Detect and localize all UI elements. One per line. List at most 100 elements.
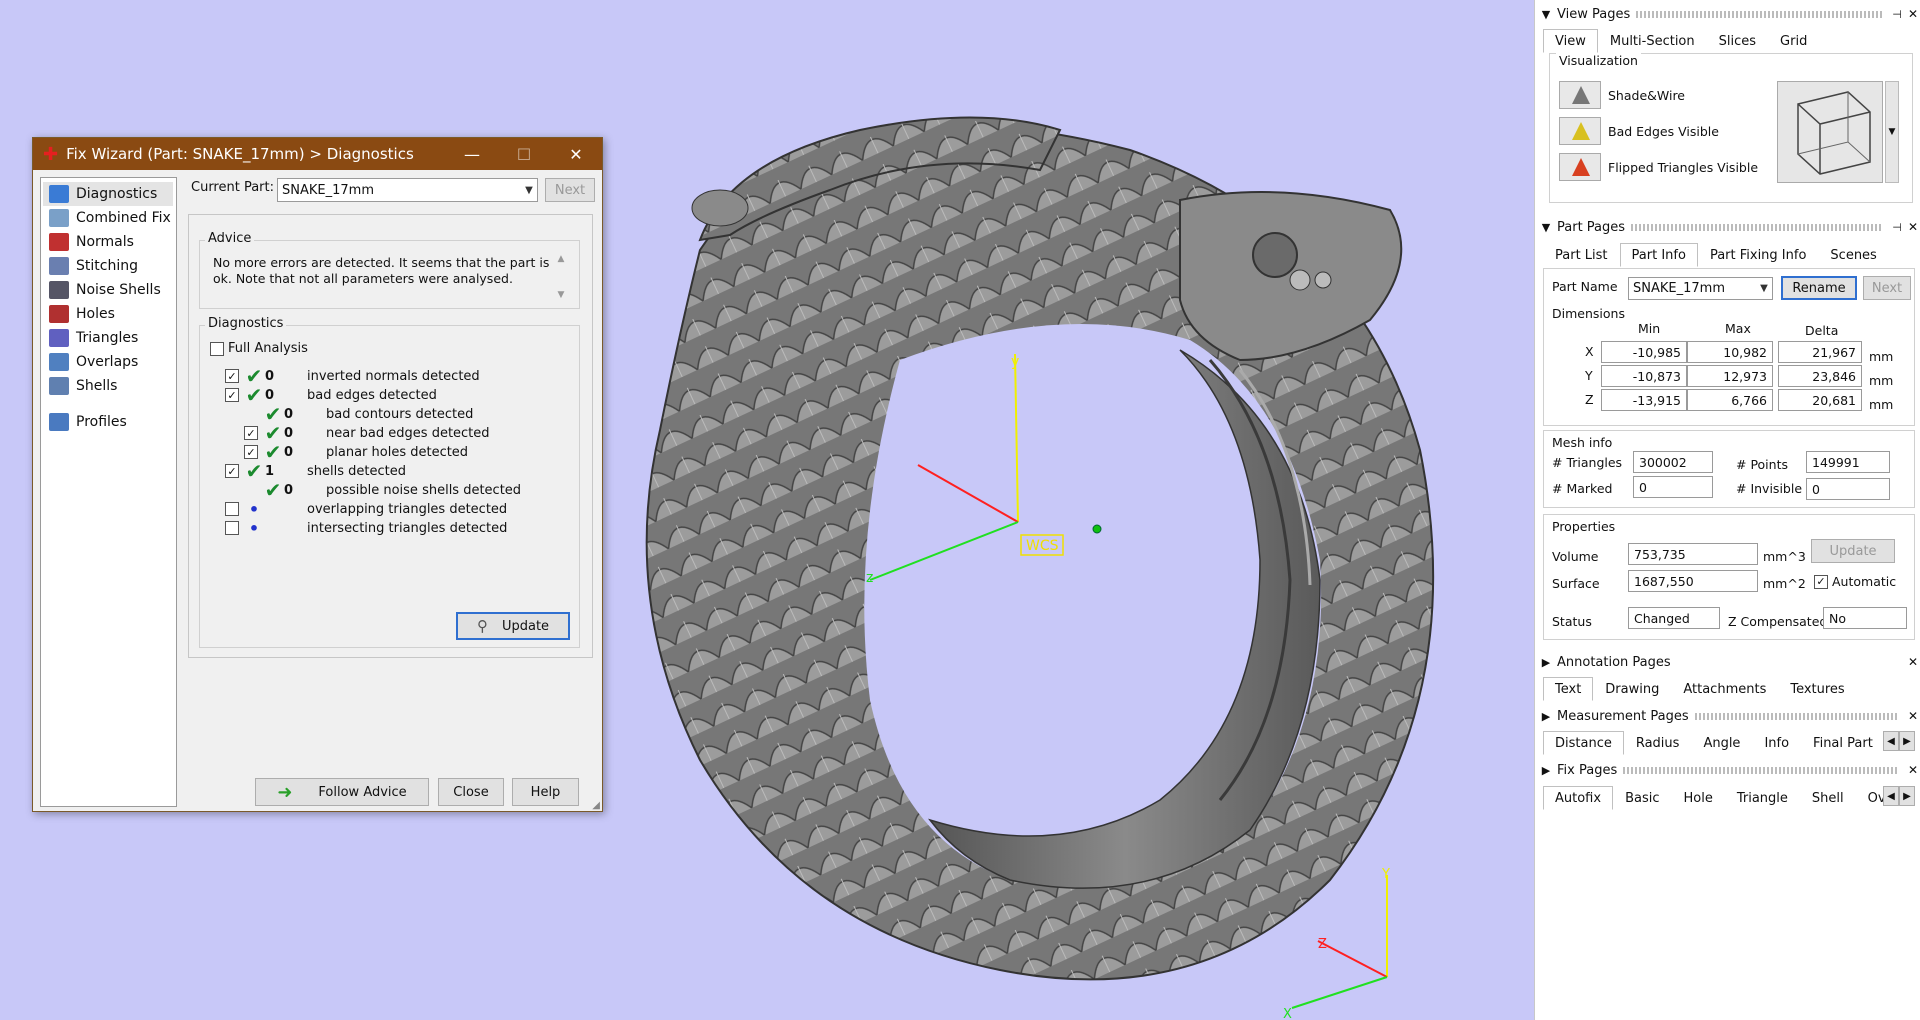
tab-part-list[interactable]: Part List [1543,243,1620,267]
maximize-button[interactable]: ☐ [498,145,550,164]
fix-pages-header[interactable]: ▶ Fix Pages ✕ [1535,759,1920,781]
marked-field[interactable]: 0 [1633,476,1713,498]
follow-advice-button[interactable]: ➜ Follow Advice [255,778,429,806]
nav-item-triangles[interactable]: Triangles [43,326,173,350]
view-cube-preview[interactable] [1777,81,1883,183]
nav-item-diagnostics[interactable]: Diagnostics [43,182,173,206]
pin-icon[interactable]: ⊣ [1889,221,1905,234]
properties-update-button[interactable]: Update [1811,539,1895,563]
full-analysis-checkbox[interactable]: Full Analysis [210,341,308,356]
pivot-point[interactable] [1092,524,1102,534]
close-icon[interactable]: ✕ [1905,7,1920,21]
tab-angle[interactable]: Angle [1691,731,1752,755]
tab-shell[interactable]: Shell [1800,786,1856,810]
nav-item-holes[interactable]: Holes [43,302,173,326]
tab-autofix[interactable]: Autofix [1543,786,1614,810]
expand-triangle-icon[interactable]: ▶ [1535,764,1557,777]
next-part-button[interactable]: Next [1863,276,1911,300]
scroll-left-icon[interactable]: ◀ [1883,731,1899,751]
surface-field[interactable]: 1687,550 [1628,570,1758,592]
tab-drawing[interactable]: Drawing [1593,677,1671,701]
view-dropdown-button[interactable]: ▼ [1885,81,1899,183]
minimize-button[interactable]: — [446,145,498,164]
fix-wizard-titlebar[interactable]: ✚ Fix Wizard (Part: SNAKE_17mm) > Diagno… [33,138,602,170]
close-button[interactable]: Close [438,778,504,806]
nav-item-normals[interactable]: Normals [43,230,173,254]
dim-min-field[interactable]: -13,915 [1601,389,1687,411]
tab-hole[interactable]: Hole [1672,786,1725,810]
expand-triangle-icon[interactable]: ▶ [1535,656,1557,669]
nav-item-stitching[interactable]: Stitching [43,254,173,278]
tab-info[interactable]: Info [1752,731,1801,755]
current-part-select[interactable]: SNAKE_17mm ▼ [277,178,538,202]
tab-grid[interactable]: Grid [1768,29,1819,53]
diagnostic-checkbox[interactable] [225,502,239,516]
nav-item-combined-fix[interactable]: Combined Fix [43,206,173,230]
tab-radius[interactable]: Radius [1624,731,1692,755]
scroll-left-icon[interactable]: ◀ [1883,786,1899,806]
dim-min-field[interactable]: -10,873 [1601,365,1687,387]
view-pages-header[interactable]: ▼ View Pages ⊣ ✕ [1535,3,1920,25]
measurement-pages-header[interactable]: ▶ Measurement Pages ✕ [1535,705,1920,727]
expand-triangle-icon[interactable]: ▶ [1535,710,1557,723]
diagnostic-checkbox[interactable]: ✓ [225,369,239,383]
annotation-pages-header[interactable]: ▶ Annotation Pages ✕ [1535,651,1920,673]
tab-final-part[interactable]: Final Part [1801,731,1885,755]
triangles-field[interactable]: 300002 [1633,451,1713,473]
shade-wire-icon[interactable] [1559,81,1601,109]
bad-edges-icon[interactable] [1559,117,1601,145]
tab-distance[interactable]: Distance [1543,731,1624,755]
nav-item-shells[interactable]: Shells [43,374,173,398]
automatic-checkbox[interactable]: ✓ Automatic [1814,574,1896,589]
z-compensated-field[interactable]: No [1823,607,1907,629]
dim-delta-field[interactable]: 23,846 [1778,365,1862,387]
diagnostic-checkbox[interactable] [225,521,239,535]
diagnostic-checkbox[interactable]: ✓ [244,426,258,440]
resize-grip-icon[interactable]: ◢ [592,800,600,811]
tab-part-fixing-info[interactable]: Part Fixing Info [1698,243,1818,267]
volume-field[interactable]: 753,735 [1628,543,1758,565]
tab-part-info[interactable]: Part Info [1619,243,1698,267]
status-field[interactable]: Changed [1628,607,1720,629]
tab-textures[interactable]: Textures [1778,677,1856,701]
tab-basic[interactable]: Basic [1613,786,1671,810]
tab-attachments[interactable]: Attachments [1671,677,1778,701]
dim-max-field[interactable]: 6,766 [1687,389,1773,411]
next-button[interactable]: Next [545,178,595,202]
nav-item-overlaps[interactable]: Overlaps [43,350,173,374]
tab-triangle[interactable]: Triangle [1725,786,1800,810]
nav-item-profiles[interactable]: Profiles [43,410,173,434]
dim-max-field[interactable]: 10,982 [1687,341,1773,363]
collapse-triangle-icon[interactable]: ▼ [1535,221,1557,234]
tab-slices[interactable]: Slices [1707,29,1768,53]
close-icon[interactable]: ✕ [1905,220,1920,234]
full-analysis-box[interactable] [210,341,224,356]
help-button[interactable]: Help [512,778,579,806]
scroll-right-icon[interactable]: ▶ [1899,731,1915,751]
close-icon[interactable]: ✕ [1905,655,1920,669]
pin-icon[interactable]: ⊣ [1889,8,1905,21]
part-pages-header[interactable]: ▼ Part Pages ⊣ ✕ [1535,216,1920,238]
scroll-right-icon[interactable]: ▶ [1899,786,1915,806]
dim-min-field[interactable]: -10,985 [1601,341,1687,363]
invisible-field[interactable]: 0 [1806,478,1890,500]
close-icon[interactable]: ✕ [1905,709,1920,723]
diagnostic-checkbox[interactable]: ✓ [244,445,258,459]
tab-scenes[interactable]: Scenes [1818,243,1888,267]
dim-delta-field[interactable]: 21,967 [1778,341,1862,363]
diagnostic-checkbox[interactable]: ✓ [225,388,239,402]
flipped-triangles-icon[interactable] [1559,153,1601,181]
tab-text[interactable]: Text [1543,677,1594,701]
tab-multi-section[interactable]: Multi-Section [1598,29,1707,53]
part-name-select[interactable]: SNAKE_17mm ▼ [1628,277,1773,300]
nav-item-noise-shells[interactable]: Noise Shells [43,278,173,302]
close-icon[interactable]: ✕ [1905,763,1920,777]
dim-max-field[interactable]: 12,973 [1687,365,1773,387]
advice-scrollbar[interactable]: ▲ ▼ [554,253,568,305]
diagnostic-checkbox[interactable]: ✓ [225,464,239,478]
rename-button[interactable]: Rename [1781,276,1857,300]
collapse-triangle-icon[interactable]: ▼ [1535,8,1557,21]
points-field[interactable]: 149991 [1806,451,1890,473]
tab-over[interactable]: Over [1856,786,1883,810]
dim-delta-field[interactable]: 20,681 [1778,389,1862,411]
